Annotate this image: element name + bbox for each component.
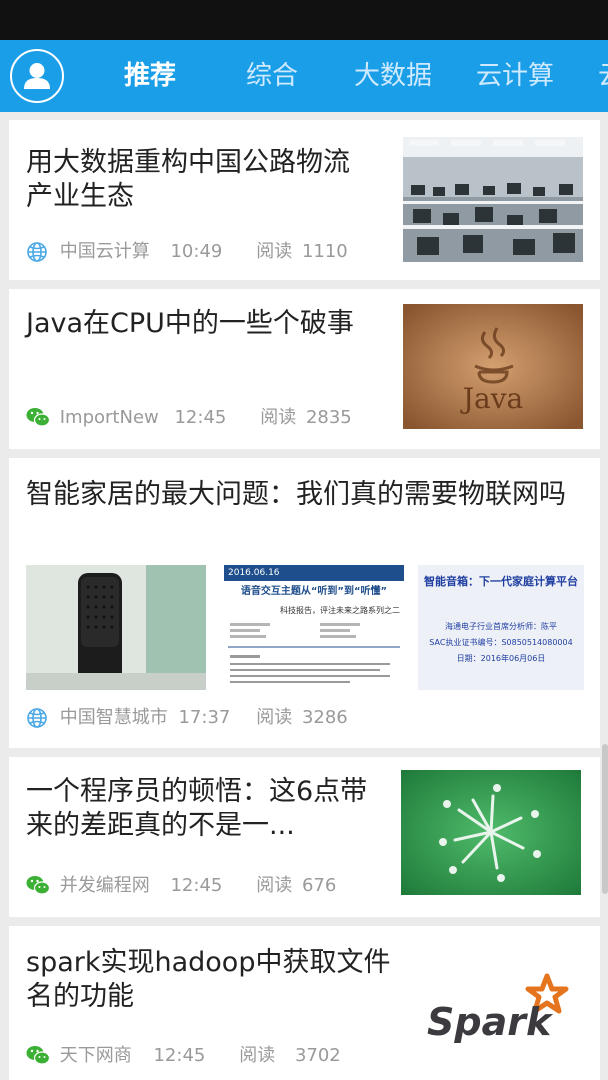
read-count-label: 阅读 [260,407,297,428]
article-time: 17:37 [178,707,231,728]
article-title: 一个程序员的顿悟：这6点带来的差距真的不是一... [26,776,368,841]
article-thumbnail: Java [403,304,583,429]
article-thumbnail [26,565,206,690]
user-avatar-button[interactable] [10,49,64,103]
globe-icon [26,241,48,263]
thumbnail-line: 日期：2016年06月06日 [456,654,546,663]
article-card[interactable]: 智能家居的最大问题：我们真的需要物联网吗 2016.06.16 语音交互主题从“… [9,458,600,748]
article-source: ImportNew [59,407,159,428]
article-meta: 并发编程网 12:45 阅读 676 [26,872,336,900]
thumbnail-line: SAC执业证书编号：S0850514080004 [429,638,573,647]
article-time: 12:45 [153,1045,206,1066]
wechat-icon [26,875,50,897]
thumbnail-line: 海通电子行业首席分析师：陈平 [445,622,557,631]
top-nav-bar: 推荐 综合 大数据 云计算 云 [0,40,608,112]
tab-comprehensive[interactable]: 综合 [246,58,298,94]
article-meta: ImportNew 12:45 阅读 2835 [26,404,352,432]
read-count-label: 阅读 [256,241,293,262]
spark-logo-text: Spark [427,1000,552,1044]
article-title: 用大数据重构中国公路物流产业生态 [26,147,350,212]
wechat-icon [26,1045,50,1067]
read-count-label: 阅读 [256,875,293,896]
read-count-label: 阅读 [256,707,293,728]
tab-cloud-computing[interactable]: 云计算 [476,58,554,94]
read-count: 3702 [294,1045,341,1066]
article-source: 中国云计算 [59,241,150,262]
article-source: 天下网商 [59,1045,132,1066]
article-thumbnail: Spark [401,944,581,1069]
article-title: spark实现hadoop中获取文件名的功能 [26,947,391,1012]
article-source: 并发编程网 [59,875,150,896]
read-count-label: 阅读 [239,1045,276,1066]
read-count: 1110 [301,241,348,262]
article-title: 智能家居的最大问题：我们真的需要物联网吗 [26,479,566,510]
article-card[interactable]: 用大数据重构中国公路物流产业生态 中国云计算 10:49 阅读 1110 [9,120,600,280]
article-thumbnail [401,770,581,895]
article-card[interactable]: Java在CPU中的一些个破事 ImportNew 12:45 阅读 2835 … [9,289,600,449]
status-bar [0,0,608,40]
article-meta: 天下网商 12:45 阅读 3702 [26,1042,341,1070]
article-time: 10:49 [170,241,223,262]
article-title: Java在CPU中的一些个破事 [26,308,354,339]
article-meta: 中国云计算 10:49 阅读 1110 [26,238,348,266]
article-time: 12:45 [174,407,227,428]
article-feed[interactable]: 用大数据重构中国公路物流产业生态 中国云计算 10:49 阅读 1110 Jav… [0,112,608,1080]
tab-cloud-partial[interactable]: 云 [598,58,608,94]
wechat-icon [26,407,50,429]
article-thumbnail: 2016.06.16 语音交互主题从“听到”到“听懂” 科技报告，评注未来之路系… [224,565,404,690]
article-thumbnail: 智能音箱：下一代家庭计算平台 海通电子行业首席分析师：陈平 SAC执业证书编号：… [418,565,584,690]
thumbnail-title-text: 智能音箱：下一代家庭计算平台 [424,575,578,588]
article-meta: 中国智慧城市 17:37 阅读 3286 [26,704,348,732]
article-source: 中国智慧城市 [59,707,168,728]
scrollbar[interactable] [602,744,608,894]
read-count: 3286 [301,707,348,728]
tab-recommend[interactable]: 推荐 [124,58,176,94]
tab-big-data[interactable]: 大数据 [354,58,432,94]
article-card[interactable]: 一个程序员的顿悟：这6点带来的差距真的不是一... 并发编程网 12:45 阅读… [9,757,600,917]
article-thumbnail [403,137,583,262]
java-logo-text: Java [462,382,524,415]
globe-icon [26,707,48,729]
user-icon [24,63,50,89]
article-card[interactable]: spark实现hadoop中获取文件名的功能 天下网商 12:45 阅读 370… [9,926,600,1080]
read-count: 676 [301,875,337,896]
article-time: 12:45 [170,875,223,896]
read-count: 2835 [305,407,352,428]
